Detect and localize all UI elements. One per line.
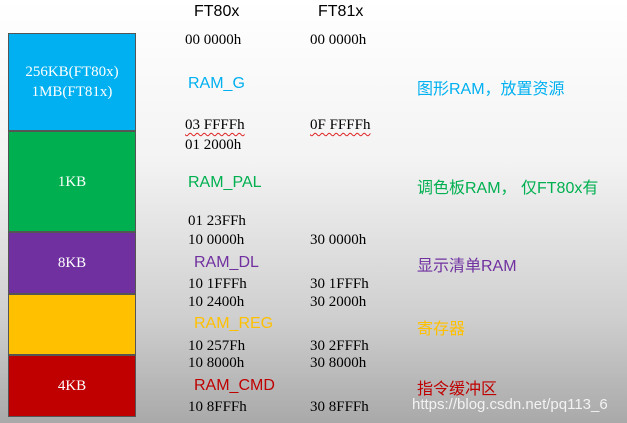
ram-g-label: RAM_G xyxy=(188,75,245,92)
ram-pal-ft80x-end: 01 23FFh xyxy=(188,213,246,229)
ram-cmd-block: 4KB xyxy=(8,355,136,417)
ram-g-ft81x-start: 00 0000h xyxy=(310,32,367,48)
ram-pal-block: 1KB xyxy=(8,131,136,232)
ram-cmd-ft81x-start: 30 8000h xyxy=(310,355,367,371)
ram-pal-ft80x-start: 01 2000h xyxy=(185,137,242,153)
ram-g-ft80x-end: 03 FFFFh xyxy=(185,117,245,133)
ram-pal-size-label: 1KB xyxy=(57,173,87,190)
ram-reg-ft81x-start: 30 2000h xyxy=(310,294,367,310)
ram-g-size-line2: 1MB(FT81x) xyxy=(31,84,113,100)
ft80x-column-header: FT80x xyxy=(194,3,240,20)
ram-pal-description: 调色板RAM， 仅FT80x有 xyxy=(417,180,599,197)
ram-dl-ft81x-end: 30 1FFFh xyxy=(310,276,369,292)
ram-reg-label: RAM_REG xyxy=(194,315,274,332)
ram-dl-ft81x-start: 30 0000h xyxy=(310,232,367,248)
ram-reg-ft80x-end: 10 257Fh xyxy=(188,338,246,354)
ram-g-block: 256KB(FT80x) 1MB(FT81x) xyxy=(8,33,136,131)
ram-cmd-label: RAM_CMD xyxy=(194,377,275,394)
ram-reg-block xyxy=(8,294,136,355)
ram-dl-label: RAM_DL xyxy=(194,254,259,271)
ram-dl-size-label: 8KB xyxy=(57,255,87,271)
ram-g-description: 图形RAM，放置资源 xyxy=(417,81,565,98)
ram-g-size-line1: 256KB(FT80x) xyxy=(25,64,119,80)
ram-reg-ft81x-end: 30 2FFFh xyxy=(310,338,369,354)
ram-cmd-ft80x-start: 10 8000h xyxy=(188,355,245,371)
ram-reg-ft80x-start: 10 2400h xyxy=(188,294,245,310)
ram-reg-description: 寄存器 xyxy=(417,321,466,338)
ram-g-ft81x-end: 0F FFFFh xyxy=(310,117,371,133)
ram-dl-description: 显示清单RAM xyxy=(417,258,517,275)
ram-cmd-size-label: 4KB xyxy=(57,378,87,394)
ram-cmd-ft81x-end: 30 8FFFh xyxy=(310,399,369,415)
ram-dl-block: 8KB xyxy=(8,232,136,294)
ram-cmd-ft80x-end: 10 8FFFh xyxy=(188,399,247,415)
watermark-text: https://blog.csdn.net/pq113_6 xyxy=(412,396,608,413)
ram-dl-ft80x-start: 10 0000h xyxy=(188,232,245,248)
ram-pal-label: RAM_PAL xyxy=(188,174,262,191)
ram-g-ft80x-start: 00 0000h xyxy=(185,32,242,48)
ft81x-column-header: FT81x xyxy=(318,3,364,20)
ram-dl-ft80x-end: 10 1FFFh xyxy=(188,276,247,292)
